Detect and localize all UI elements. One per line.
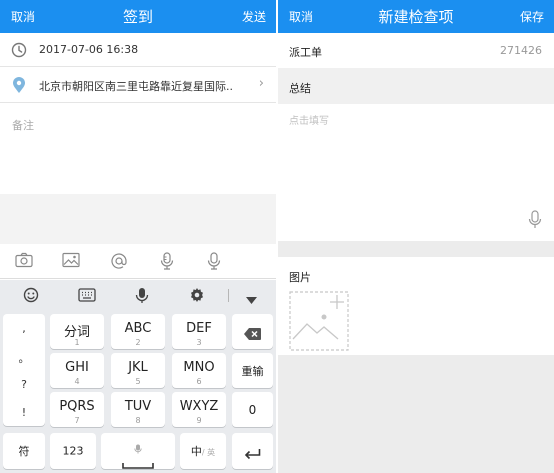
key-6[interactable]: MNO 6 [172, 353, 226, 388]
summary-label: 总结 [289, 82, 311, 95]
inspection-navbar: 取消 新建检查项 保存 [278, 0, 554, 33]
checkin-time: 2017-07-06 16:38 [39, 43, 139, 56]
location-pin-icon [12, 77, 26, 98]
dispatch-row[interactable]: 派工单 271426 [278, 33, 554, 68]
space-bar-icon [122, 454, 154, 473]
emoji-icon[interactable] [23, 287, 39, 307]
clock-icon [11, 42, 27, 62]
location-row[interactable]: 北京市朝阳区南三里屯路靠近复星国际.. › [0, 67, 276, 103]
time-row[interactable]: 2017-07-06 16:38 [0, 33, 276, 67]
dispatch-label: 派工单 [289, 46, 322, 59]
space-key[interactable] [101, 433, 175, 469]
chevron-right-icon: › [258, 76, 264, 91]
remark-input[interactable]: 备注 [12, 117, 34, 133]
collapse-icon[interactable] [245, 290, 258, 309]
summary-input[interactable]: 点击填写 [278, 104, 554, 241]
lang-sub: / 英 [201, 448, 216, 457]
enter-key[interactable] [232, 433, 273, 469]
keyboard-toolbar [0, 280, 276, 310]
attachment-toolbar [0, 244, 276, 279]
punct-key[interactable]: 。 [3, 350, 45, 366]
delete-key[interactable] [232, 314, 273, 349]
summary-header: 总结 [278, 68, 554, 104]
language-switch-key[interactable]: 中/ 英 [180, 433, 226, 469]
punctuation-column[interactable]: , 。 ? ! [3, 314, 45, 426]
enter-icon [244, 445, 261, 464]
key-2[interactable]: ABC 2 [111, 314, 165, 349]
reenter-key[interactable]: 重输 [232, 353, 273, 388]
symbols-key[interactable]: 符 [3, 433, 45, 469]
checkin-screen: 取消 签到 发送 2017-07-06 16:38 北京市朝阳区南三里屯路靠近复… [0, 0, 276, 473]
image-icon[interactable] [62, 252, 80, 272]
photo-label: 图片 [289, 271, 311, 284]
spacer [0, 194, 276, 244]
key-3[interactable]: DEF 3 [172, 314, 226, 349]
dispatch-value: 271426 [500, 44, 542, 57]
photo-section: 图片 [278, 257, 554, 355]
key-9[interactable]: WXYZ 9 [172, 392, 226, 427]
settings-icon[interactable] [189, 287, 205, 307]
separator [228, 289, 229, 302]
save-button[interactable]: 保存 [520, 8, 544, 25]
at-icon[interactable] [110, 252, 128, 274]
location-text: 北京市朝阳区南三里屯路靠近复星国际.. [39, 80, 233, 93]
microphone-icon[interactable] [135, 287, 149, 308]
punct-key[interactable]: ? [3, 378, 45, 391]
page-title: 新建检查项 [378, 8, 454, 26]
keyboard-icon[interactable] [78, 287, 96, 306]
delete-icon [244, 325, 261, 344]
key-4[interactable]: GHI 4 [50, 353, 104, 388]
page-title: 签到 [122, 8, 153, 26]
lang-main: 中 [190, 445, 202, 458]
key-7[interactable]: PQRS 7 [50, 392, 104, 427]
key-5[interactable]: JKL 5 [111, 353, 165, 388]
punct-key[interactable]: , [3, 322, 45, 335]
checkin-navbar: 取消 签到 发送 [0, 0, 276, 33]
summary-placeholder: 点击填写 [289, 116, 329, 127]
voice-icon[interactable] [206, 252, 222, 274]
inspection-screen: 取消 新建检查项 保存 派工单 271426 总结 点击填写 图片 [278, 0, 554, 473]
key-0[interactable]: 0 [232, 392, 273, 427]
numbers-key[interactable]: 123 [50, 433, 96, 469]
key-8[interactable]: TUV 8 [111, 392, 165, 427]
add-photo-icon[interactable] [289, 291, 349, 351]
ime-keyboard: , 。 ? ! 分词 1 ABC 2 DEF 3 GHI 4 JKL 5 MNO 6 重输 … [0, 280, 276, 473]
microphone-icon[interactable] [528, 210, 542, 233]
send-button[interactable]: 发送 [242, 8, 266, 25]
key-1[interactable]: 分词 1 [50, 314, 104, 349]
microphone-icon[interactable] [159, 252, 175, 274]
camera-icon[interactable] [15, 252, 33, 272]
punct-key[interactable]: ! [3, 406, 45, 419]
